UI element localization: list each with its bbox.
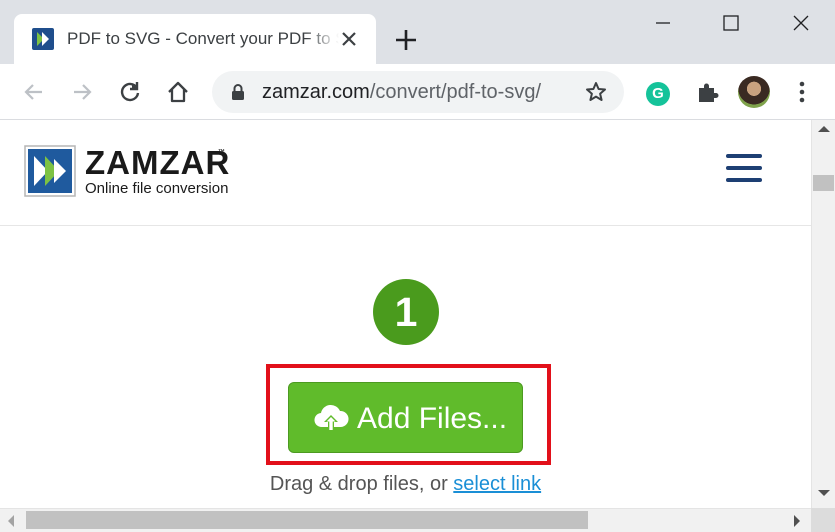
- vertical-scrollbar[interactable]: [811, 120, 835, 508]
- lock-icon[interactable]: [228, 82, 248, 102]
- scroll-right-arrow-icon[interactable]: [794, 515, 800, 527]
- scroll-up-arrow-icon[interactable]: [818, 126, 830, 132]
- step-number-badge: 1: [373, 279, 439, 345]
- zamzar-logo-icon[interactable]: [24, 145, 76, 197]
- reload-icon[interactable]: [116, 78, 144, 106]
- browser-toolbar: zamzar.com/convert/pdf-to-svg/ G: [0, 64, 835, 120]
- logo-tagline: Online file conversion: [85, 180, 229, 197]
- page-viewport: ZAMZAR ™ Online file conversion 1 Add Fi…: [0, 120, 811, 508]
- logo-wordmark[interactable]: ZAMZAR: [85, 146, 230, 180]
- drag-drop-hint: Drag & drop files, or select link: [0, 473, 811, 496]
- hamburger-menu-icon[interactable]: [726, 154, 764, 184]
- logo-trademark: ™: [218, 149, 225, 156]
- address-bar[interactable]: zamzar.com/convert/pdf-to-svg/: [212, 71, 624, 113]
- tab-title: PDF to SVG - Convert your PDF to SVG for…: [67, 29, 339, 48]
- new-tab-plus-icon[interactable]: [392, 26, 420, 54]
- site-header: ZAMZAR ™ Online file conversion: [0, 120, 811, 226]
- scrollbar-corner: [811, 508, 835, 532]
- add-files-button[interactable]: Add Files...: [288, 382, 523, 453]
- url-host: zamzar.com: [262, 81, 370, 103]
- grammarly-extension-icon[interactable]: G: [646, 82, 670, 106]
- puzzle-icon[interactable]: [694, 80, 720, 106]
- kebab-menu-icon[interactable]: [790, 78, 814, 106]
- arrow-right-icon[interactable]: [68, 78, 96, 106]
- grammarly-letter: G: [652, 85, 664, 102]
- horizontal-scrollbar[interactable]: [0, 508, 811, 532]
- window-minimize-icon[interactable]: [648, 8, 678, 38]
- scroll-left-arrow-icon[interactable]: [8, 515, 14, 527]
- select-link[interactable]: select link: [453, 473, 541, 495]
- browser-tab[interactable]: PDF to SVG - Convert your PDF to SVG for…: [14, 14, 376, 64]
- home-icon[interactable]: [164, 78, 192, 106]
- star-icon[interactable]: [584, 80, 608, 104]
- zamzar-favicon-icon: [32, 28, 54, 50]
- arrow-left-icon[interactable]: [20, 78, 48, 106]
- tab-close-icon[interactable]: [337, 27, 361, 51]
- horizontal-scroll-thumb[interactable]: [26, 511, 588, 529]
- window-maximize-icon[interactable]: [716, 8, 746, 38]
- scroll-down-arrow-icon[interactable]: [818, 490, 830, 496]
- cloud-upload-icon: [313, 403, 349, 435]
- profile-avatar[interactable]: [738, 76, 770, 108]
- url-text[interactable]: zamzar.com/convert/pdf-to-svg/: [262, 81, 541, 103]
- url-path: /convert/pdf-to-svg/: [369, 81, 541, 103]
- window-close-icon[interactable]: [786, 8, 816, 38]
- add-files-label: Add Files...: [357, 402, 508, 435]
- drag-drop-text: Drag & drop files, or: [269, 473, 454, 495]
- browser-titlebar: PDF to SVG - Convert your PDF to SVG for…: [0, 0, 835, 64]
- vertical-scroll-thumb[interactable]: [813, 175, 834, 191]
